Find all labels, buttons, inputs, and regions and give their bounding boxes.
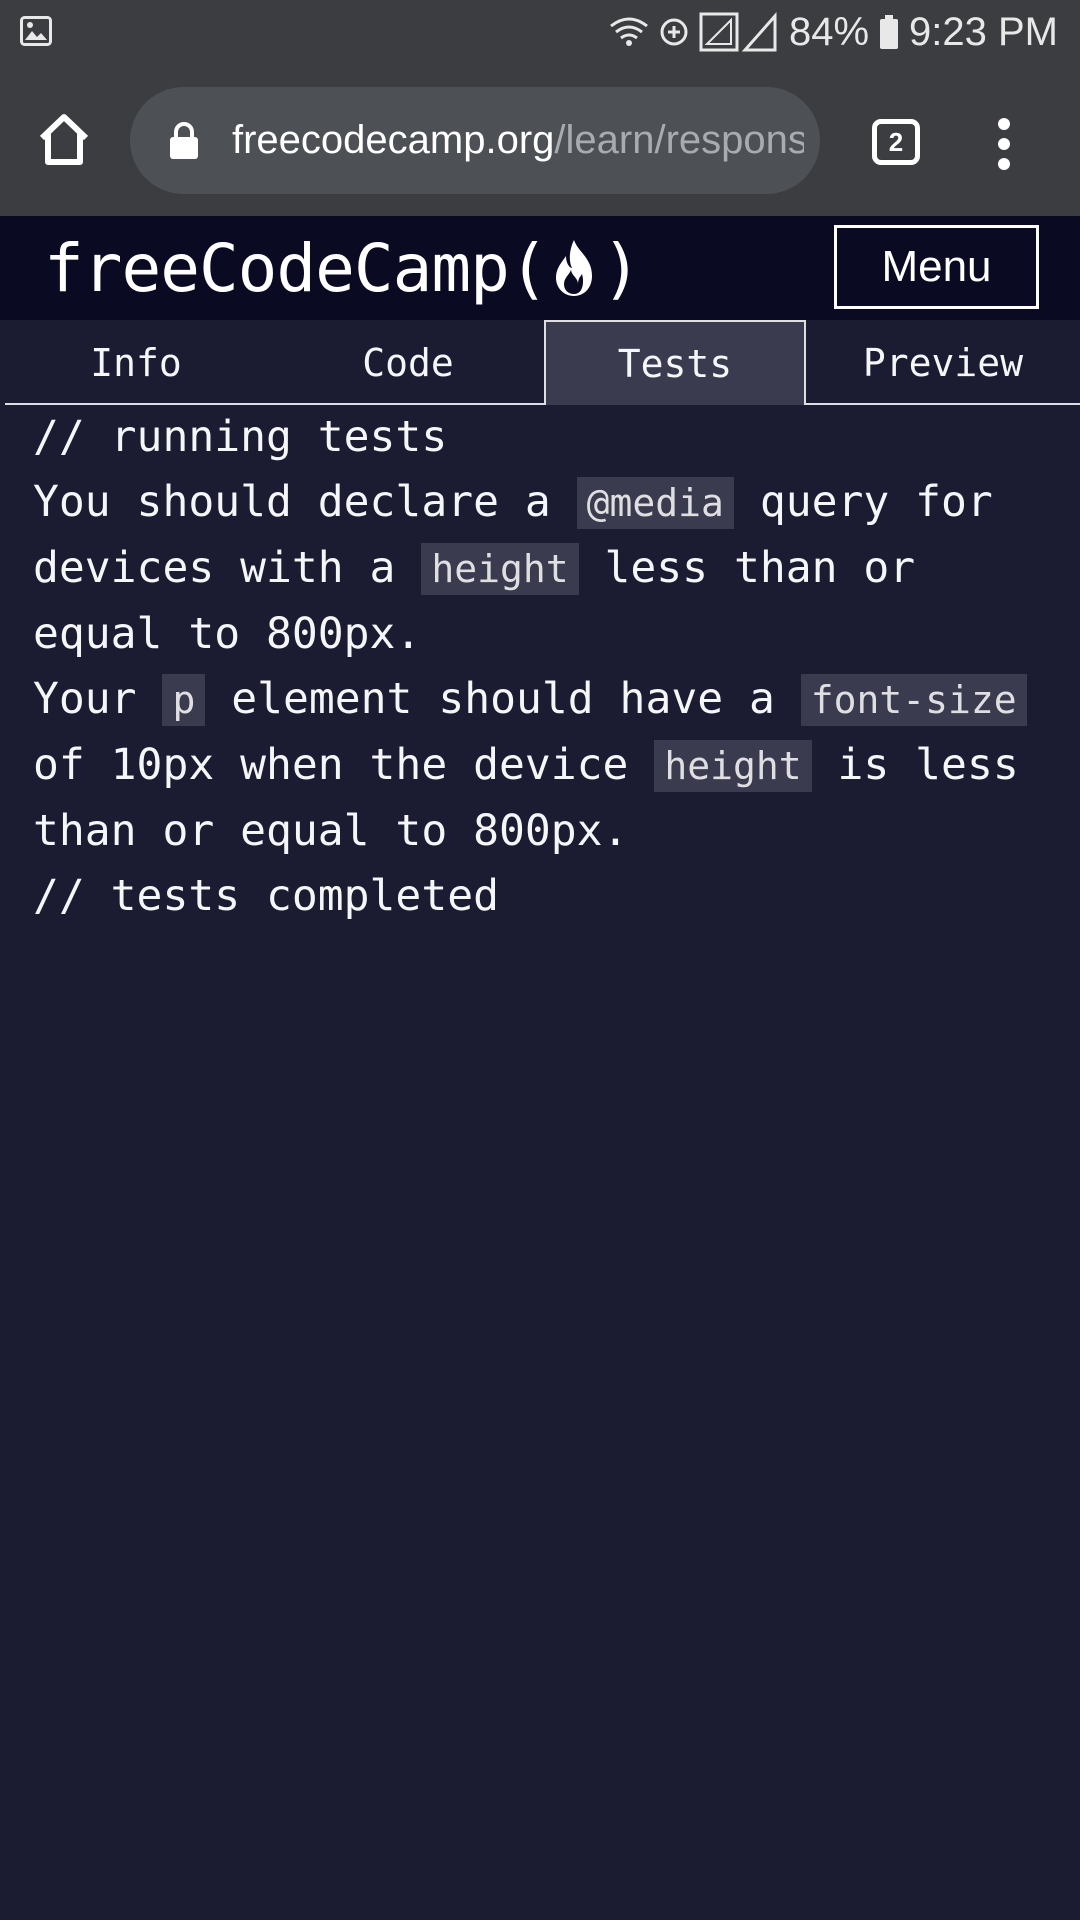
test-output: // running tests You should declare a @m… — [33, 405, 1053, 929]
output-start-comment: // running tests — [33, 412, 448, 462]
wifi-icon — [609, 16, 649, 48]
battery-percent: 84% — [788, 9, 870, 54]
test-result-2: Your p element should have a font-size o… — [33, 667, 1053, 864]
tab-tests[interactable]: Tests — [544, 320, 806, 405]
menu-button[interactable]: Menu — [834, 225, 1039, 309]
logo-text-left: freeCodeCamp( — [44, 230, 549, 307]
test2-text-2: element should have a — [205, 674, 801, 724]
flame-icon — [555, 239, 592, 296]
status-bar: 84% 9:23 PM — [0, 0, 1080, 64]
tab-tests-label: Tests — [617, 341, 733, 386]
battery-icon — [879, 15, 899, 49]
test2-text-3: of 10px when the device — [33, 740, 655, 790]
home-icon[interactable] — [36, 112, 92, 168]
tab-code-label: Code — [362, 340, 454, 385]
challenge-tabs: Info Code Tests Preview — [0, 320, 1080, 405]
logo-text-right: ) — [601, 230, 642, 307]
url-text: freecodecamp.org/learn/respons — [232, 118, 804, 163]
tab-code[interactable]: Code — [272, 320, 544, 405]
test2-text-1: Your — [33, 674, 163, 724]
output-end-comment: // tests completed — [33, 871, 499, 921]
more-vert-icon[interactable] — [994, 116, 1014, 172]
lock-icon — [170, 121, 198, 159]
menu-button-label: Menu — [881, 242, 992, 291]
url-path: /learn/respons — [554, 118, 804, 162]
site-header: freeCodeCamp( ) Menu — [0, 216, 1080, 320]
test2-code-font-size: font-size — [800, 674, 1027, 726]
image-icon — [20, 16, 52, 50]
tab-info-label: Info — [90, 340, 182, 385]
data-saver-icon — [659, 17, 689, 47]
test2-code-height: height — [654, 740, 812, 792]
test1-text-1: You should declare a — [33, 477, 577, 527]
browser-toolbar: freecodecamp.org/learn/respons 2 — [0, 64, 1080, 216]
tab-preview-label: Preview — [862, 340, 1024, 385]
test2-code-p: p — [162, 674, 206, 726]
test1-code-height: height — [421, 543, 579, 595]
signal-icon — [699, 12, 779, 52]
test-result-1: You should declare a @media query for de… — [33, 470, 1053, 667]
url-host: freecodecamp.org — [232, 118, 555, 162]
site-logo[interactable]: freeCodeCamp( ) — [44, 230, 642, 307]
test1-code-media: @media — [576, 477, 734, 529]
tab-count: 2 — [888, 126, 904, 157]
clock: 9:23 PM — [909, 9, 1058, 54]
tab-switcher-button[interactable]: 2 — [872, 119, 920, 165]
tab-preview[interactable]: Preview — [806, 320, 1080, 405]
address-bar[interactable]: freecodecamp.org/learn/respons — [130, 87, 820, 194]
tab-info[interactable]: Info — [0, 320, 272, 405]
